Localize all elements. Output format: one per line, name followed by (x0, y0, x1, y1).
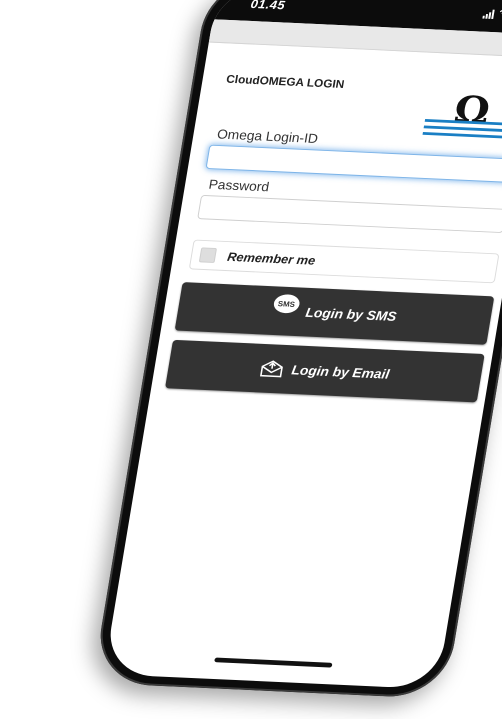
app-title: CloudOMEGA LOGIN (225, 72, 346, 91)
home-indicator[interactable] (214, 657, 333, 668)
omega-logo: Ω (419, 85, 502, 149)
password-label: Password (207, 176, 271, 195)
password-input[interactable] (197, 194, 502, 234)
status-icons (482, 7, 502, 21)
sms-icon: SMS (272, 293, 301, 314)
login-by-sms-button[interactable]: SMS Login by SMS (174, 282, 495, 345)
login-by-email-label: Login by Email (290, 362, 391, 382)
remember-me-label: Remember me (226, 249, 317, 268)
remember-me-checkbox[interactable] (198, 247, 217, 263)
phone-screen: 01.45 CloudOMEGA LOGIN Ω Omega Login-ID … (103, 0, 502, 690)
signal-icon (482, 9, 495, 19)
stage: 01.45 CloudOMEGA LOGIN Ω Omega Login-ID … (0, 0, 502, 719)
status-time: 01.45 (249, 0, 287, 13)
wifi-icon (498, 8, 502, 21)
login-by-email-button[interactable]: Login by Email (165, 339, 485, 403)
envelope-icon (259, 359, 286, 379)
login-by-sms-label: Login by SMS (304, 304, 398, 324)
phone-frame: 01.45 CloudOMEGA LOGIN Ω Omega Login-ID … (92, 0, 502, 699)
login-id-label: Omega Login-ID (216, 126, 320, 146)
omega-logo-icon: Ω (422, 88, 502, 139)
login-id-input[interactable] (205, 144, 502, 183)
omega-logo-letter: Ω (451, 88, 493, 133)
remember-me-row[interactable]: Remember me (188, 239, 500, 284)
